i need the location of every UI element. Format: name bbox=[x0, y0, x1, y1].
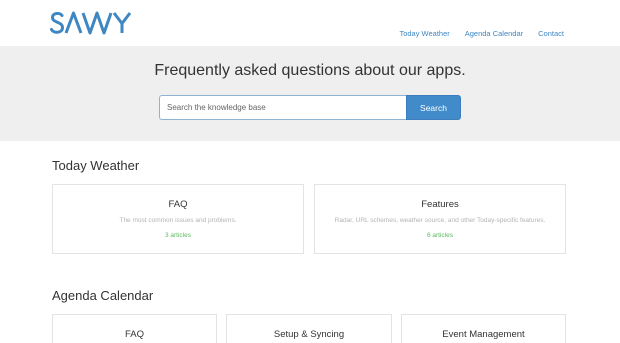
site-header: Today Weather Agenda Calendar Contact bbox=[0, 0, 620, 46]
card-title: FAQ bbox=[124, 329, 144, 340]
card-title: FAQ bbox=[168, 199, 188, 210]
search-input[interactable] bbox=[159, 95, 407, 120]
savvy-logo[interactable] bbox=[50, 8, 136, 38]
card-title: Event Management bbox=[442, 329, 525, 340]
category-card-faq[interactable]: FAQ The most common issues and problems.… bbox=[52, 184, 304, 254]
card-article-count: 6 articles bbox=[426, 232, 453, 239]
section-title-agenda-calendar: Agenda Calendar bbox=[52, 288, 154, 303]
card-description: Radar, URL schemes, weather source, and … bbox=[334, 217, 546, 224]
section-title-today-weather: Today Weather bbox=[52, 158, 140, 173]
card-article-count: 3 articles bbox=[164, 232, 191, 239]
search-bar: Search bbox=[159, 95, 461, 120]
top-nav: Today Weather Agenda Calendar Contact bbox=[399, 29, 564, 38]
category-card-features[interactable]: Features Radar, URL schemes, weather sou… bbox=[314, 184, 566, 254]
search-button[interactable]: Search bbox=[406, 95, 461, 120]
hero-title: Frequently asked questions about our app… bbox=[154, 62, 466, 79]
category-card-setup-syncing[interactable]: Setup & Syncing bbox=[226, 314, 392, 343]
nav-link-contact[interactable]: Contact bbox=[538, 29, 564, 38]
nav-link-today-weather[interactable]: Today Weather bbox=[399, 29, 449, 38]
category-card-event-management[interactable]: Event Management bbox=[401, 314, 566, 343]
savvy-logo-icon bbox=[50, 11, 132, 35]
card-description: The most common issues and problems. bbox=[119, 217, 237, 224]
card-title: Setup & Syncing bbox=[273, 329, 345, 340]
nav-link-agenda-calendar[interactable]: Agenda Calendar bbox=[465, 29, 523, 38]
hero-banner: Frequently asked questions about our app… bbox=[0, 46, 620, 141]
card-title: Features bbox=[421, 199, 459, 210]
category-card-faq[interactable]: FAQ bbox=[52, 314, 217, 343]
